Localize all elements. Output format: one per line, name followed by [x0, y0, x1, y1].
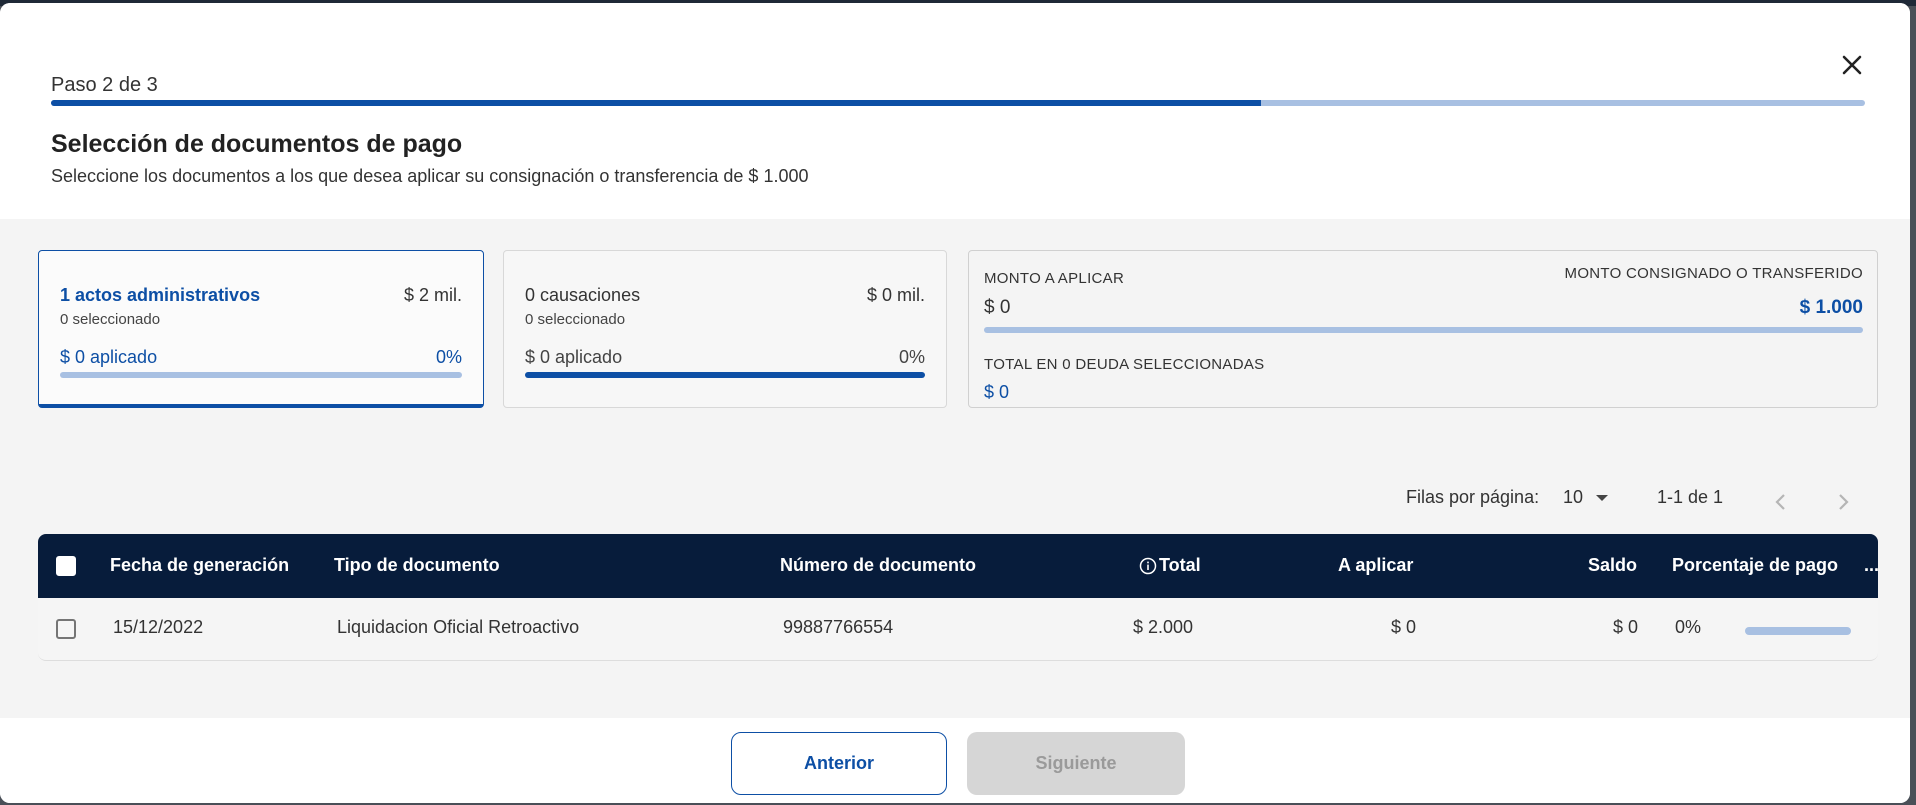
amount-summary: MONTO A APLICAR MONTO CONSIGNADO O TRANS…	[968, 250, 1878, 408]
pagination-range: 1-1 de 1	[1657, 487, 1724, 507]
card-percent: 0%	[435, 347, 462, 367]
rows-per-page-label: Filas por página:	[1406, 487, 1540, 507]
column-header-apply[interactable]: A aplicar	[1338, 555, 1413, 576]
card-progress-bar	[60, 372, 462, 378]
payment-document-modal: Paso 2 de 3 Selección de documentos de p…	[0, 3, 1910, 803]
info-icon[interactable]	[1139, 557, 1157, 575]
column-header-percent[interactable]: Porcentaje de pago	[1672, 555, 1838, 576]
card-actos-administrativos[interactable]: 1 actos administrativos $ 2 mil. 0 selec…	[38, 250, 484, 408]
card-amount: $ 2 mil.	[403, 285, 462, 305]
card-progress-bar	[525, 372, 925, 378]
documents-table: Fecha de generación Tipo de documento Nú…	[38, 534, 1878, 661]
rows-per-page-select[interactable]: 10	[1563, 487, 1610, 517]
chevron-left-icon	[1775, 494, 1785, 510]
deposited-label: MONTO CONSIGNADO O TRANSFERIDO	[1564, 265, 1863, 282]
cell-balance: $ 0	[1613, 617, 1639, 637]
card-title: 0 causaciones	[525, 285, 641, 305]
column-header-type[interactable]: Tipo de documento	[334, 555, 500, 576]
step-progress-bar	[51, 100, 1865, 106]
card-applied: $ 0 aplicado	[525, 347, 623, 367]
cell-date: 15/12/2022	[113, 617, 204, 637]
previous-page-button[interactable]	[1766, 487, 1796, 517]
column-header-total[interactable]: Total	[1139, 555, 1201, 576]
cell-percent: 0%	[1675, 617, 1702, 637]
table-header: Fecha de generación Tipo de documento Nú…	[38, 534, 1878, 598]
chevron-right-icon	[1839, 494, 1849, 510]
cell-type: Liquidacion Oficial Retroactivo	[337, 617, 580, 637]
next-page-button[interactable]	[1828, 487, 1858, 517]
summary-progress-bar	[984, 327, 1863, 333]
cell-apply: $ 0	[1391, 617, 1417, 637]
cell-total: $ 2.000	[1133, 617, 1194, 637]
step-progress-fill	[51, 100, 1261, 106]
amount-to-apply-label: MONTO A APLICAR	[984, 270, 1125, 287]
rows-per-page-value: 10	[1563, 487, 1584, 507]
step-label: Paso 2 de 3	[51, 74, 158, 96]
close-button[interactable]	[1836, 49, 1868, 81]
row-checkbox[interactable]	[56, 619, 76, 639]
column-header-balance[interactable]: Saldo	[1588, 555, 1637, 576]
modal-header: Paso 2 de 3 Selección de documentos de p…	[0, 3, 1910, 219]
total-selected-value: $ 0	[984, 382, 1010, 402]
page-subtitle: Seleccione los documentos a los que dese…	[51, 166, 809, 186]
column-header-total-label: Total	[1159, 555, 1201, 575]
amount-to-apply-value: $ 0	[984, 297, 1011, 318]
card-applied: $ 0 aplicado	[60, 347, 158, 367]
previous-button[interactable]: Anterior	[731, 732, 947, 795]
card-percent: 0%	[898, 347, 925, 367]
row-progress-bar	[1745, 627, 1851, 635]
close-icon	[1842, 55, 1862, 75]
cell-number: 99887766554	[783, 617, 894, 637]
card-title: 1 actos administrativos	[60, 285, 261, 305]
next-button[interactable]: Siguiente	[967, 732, 1185, 795]
page-title: Selección de documentos de pago	[51, 130, 463, 158]
deposited-value: $ 1.000	[1799, 297, 1863, 318]
column-header-more[interactable]: ...	[1864, 555, 1878, 576]
card-amount: $ 0 mil.	[866, 285, 925, 305]
modal-footer: Anterior Siguiente	[0, 718, 1910, 803]
card-selected-count: 0 seleccionado	[60, 311, 161, 328]
caret-down-icon	[1596, 495, 1609, 502]
select-all-checkbox[interactable]	[56, 556, 76, 576]
total-selected-label: TOTAL EN 0 DEUDA SELECCIONADAS	[984, 356, 1265, 373]
card-selected-count: 0 seleccionado	[525, 311, 626, 328]
column-header-date[interactable]: Fecha de generación	[110, 555, 289, 576]
column-header-number[interactable]: Número de documento	[780, 555, 976, 576]
card-causaciones[interactable]: 0 causaciones $ 0 mil. 0 seleccionado $ …	[503, 250, 947, 408]
